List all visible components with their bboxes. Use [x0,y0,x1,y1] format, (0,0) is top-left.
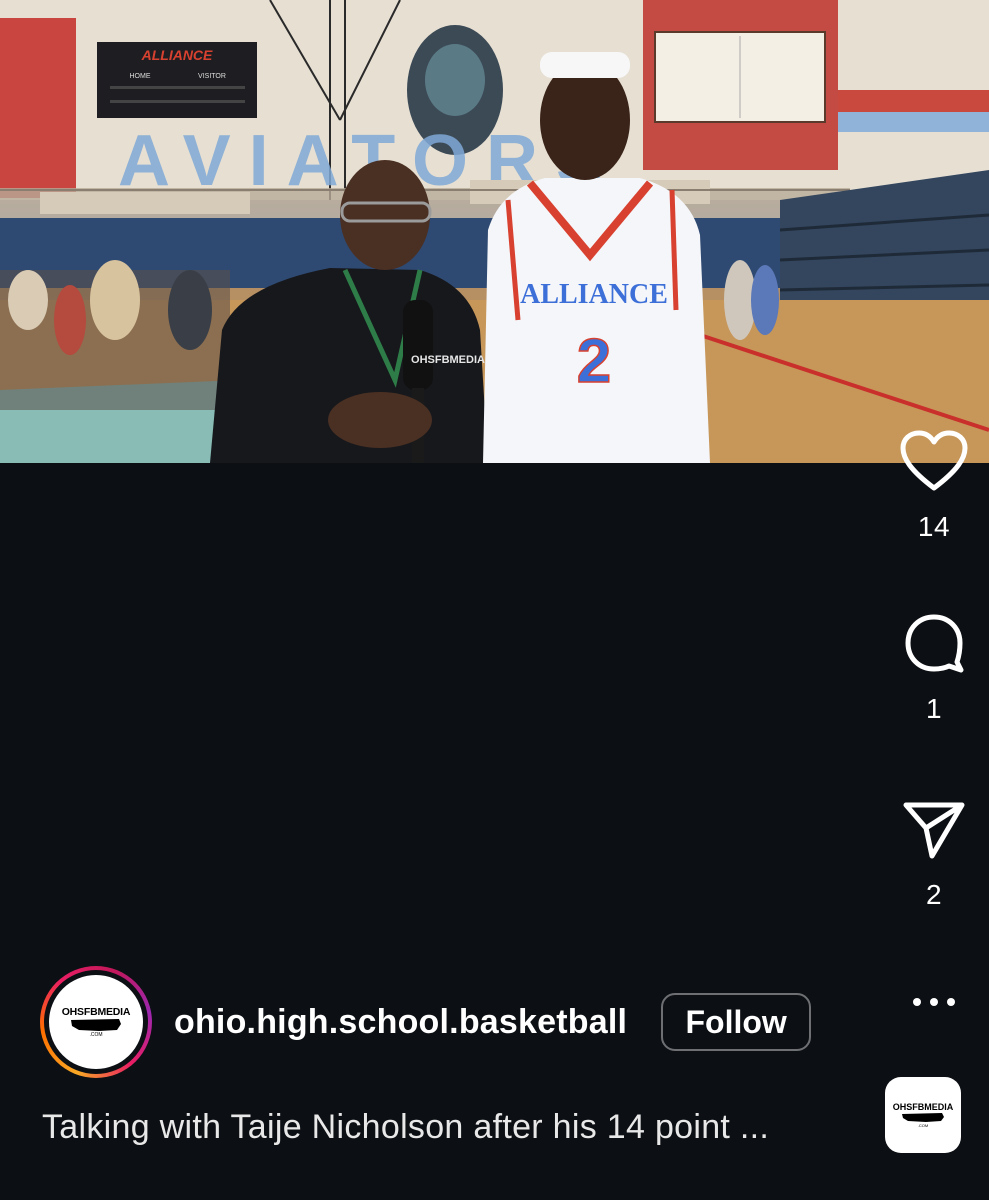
author-row: OHSFBMEDIA .COM ohio.high.school.basketb… [40,966,812,1078]
svg-text:ALLIANCE: ALLIANCE [141,47,213,63]
like-action: 14 [879,430,989,543]
video-frame-illustration: ALLIANCE HOME VISITOR AVIATORS OHSFBMEDI… [0,0,989,463]
svg-text:VISITOR: VISITOR [198,73,226,80]
svg-text:HOME: HOME [130,73,151,80]
heart-icon[interactable] [900,430,968,497]
share-count: 2 [925,879,943,910]
caption[interactable]: Talking with Taije Nicholson after his 1… [42,1108,769,1147]
reel-video[interactable]: ALLIANCE HOME VISITOR AVIATORS OHSFBMEDI… [0,0,989,463]
send-icon[interactable] [902,800,966,865]
svg-text:ALLIANCE: ALLIANCE [520,279,668,310]
avatar-brand-text: OHSFBMEDIA [61,1005,131,1018]
comment-count: 1 [925,693,943,724]
audio-brand-text: OHSFBMEDIA [892,1102,954,1112]
svg-text:OHSFBMEDIA: OHSFBMEDIA [411,354,485,366]
avatar-sub-text: .COM [89,1031,103,1038]
like-count: 14 [917,511,951,542]
ohio-shape-icon [902,1113,944,1122]
scoreboard: ALLIANCE HOME VISITOR [97,42,257,118]
audio-thumbnail[interactable]: OHSFBMEDIA .COM [885,1077,961,1153]
comment-action: 1 [879,612,989,725]
follow-button[interactable]: Follow [661,993,812,1051]
share-action: 2 [879,800,989,911]
svg-text:2: 2 [577,327,611,396]
avatar[interactable]: OHSFBMEDIA .COM [40,966,152,1078]
audio-sub-text: .COM [917,1123,929,1128]
username[interactable]: ohio.high.school.basketball [174,1003,627,1042]
ohio-shape-icon [71,1018,121,1031]
more-options-icon[interactable] [879,998,989,1006]
comment-icon[interactable] [903,612,965,679]
